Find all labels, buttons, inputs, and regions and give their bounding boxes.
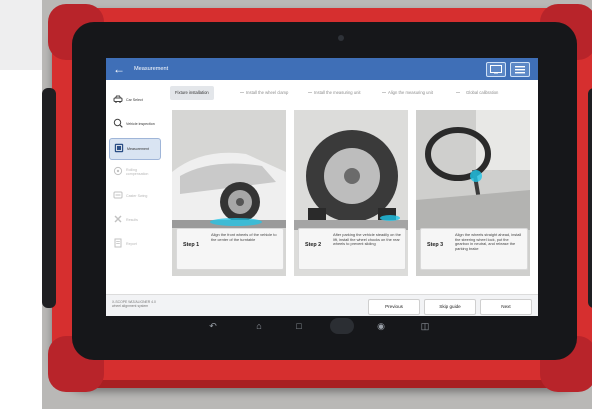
sidebar-item-results[interactable]: Results [109,210,159,230]
step-divider [456,92,460,93]
inspection-icon [113,118,123,128]
step-description: Align the front wheels of the vehicle to… [211,232,277,242]
tab-install-measuring-unit[interactable]: Install the measuring unit [314,86,361,100]
step-caption: Step 3 Align the wheels straight ahead, … [420,228,528,270]
step-divider [382,92,386,93]
step-number: Step 1 [183,242,200,248]
sidebar-item-measurement[interactable]: Measurement [109,138,161,160]
tab-align-measuring-unit[interactable]: Align the measuring unit [388,86,433,100]
menu-icon[interactable] [510,62,530,77]
recent-apps-icon[interactable]: □ [292,319,306,333]
instruction-card-step2: Step 2 After parking the vehicle steadil… [294,110,408,276]
sidebar-item-caster-swing[interactable]: Caster Swing [109,186,159,206]
home-icon[interactable]: ⌂ [252,319,266,333]
action-bar: X-SCOPE WIZ/ALIGNER 4.0 wheel alignment … [106,294,538,316]
sidebar-item-label: Caster Swing [126,193,148,198]
side-grip [588,88,592,308]
previous-button[interactable]: Previous [368,299,420,315]
app-title-bar: ← Measurement [106,58,538,80]
report-icon [114,238,122,248]
sidebar-item-car-select[interactable]: Car Select [109,90,159,110]
instruction-card-step1: Step 1 Align the front wheels of the veh… [172,110,286,276]
step-number: Step 2 [305,242,322,248]
system-info-line: wheel alignment system [112,304,149,309]
sidebar-item-label: Measurement [127,146,149,151]
step-divider [308,92,312,93]
step-caption: Step 2 After parking the vehicle steadil… [298,228,406,270]
step-description: Align the wheels straight ahead, install… [455,232,522,251]
step-description: After parking the vehicle steadily on th… [333,232,401,247]
tab-install-wheel-clamp[interactable]: Install the wheel clamp [246,86,288,100]
tab-fixture-installation[interactable]: Fixture installation [170,86,214,100]
workflow-sidebar: Car Select Vehicle inspection Measuremen… [106,80,162,294]
side-grip [42,88,56,308]
sidebar-item-label: Results [126,217,138,222]
step-caption: Step 1 Align the front wheels of the veh… [176,228,284,270]
sidebar-item-report[interactable]: Report [109,234,159,254]
sidebar-item-label: Car Select [126,97,143,102]
next-button[interactable]: Next [480,299,532,315]
step-progress-bar: Fixture installation Install the wheel c… [166,86,538,100]
car-icon [113,95,123,103]
step-divider [240,92,244,93]
sidebar-item-label: Report [126,241,137,246]
sidebar-item-vehicle-inspection[interactable]: Vehicle inspection [109,114,159,134]
sidebar-item-rolling-compensation[interactable]: Rolling compensation [109,162,159,182]
sidebar-item-label: Vehicle inspection [126,121,155,126]
page-background-top [0,0,42,70]
system-info: X-SCOPE WIZ/ALIGNER 4.0 wheel alignment … [112,300,156,308]
tab-global-calibration[interactable]: Global calibration [466,86,498,100]
skip-guide-button[interactable]: Skip guide [424,299,476,315]
step-number: Step 3 [427,242,444,248]
results-icon [114,215,122,223]
sidebar-item-label: Rolling compensation [126,167,149,176]
back-arrow-icon[interactable]: ← [112,61,126,77]
split-screen-icon[interactable]: ◫ [418,319,432,333]
vci-icon[interactable]: ◉ [374,319,388,333]
system-navigation-bar: ↶ ⌂ □ ◉ ◫ [106,316,538,336]
instruction-card-step3: Step 3 Align the wheels straight ahead, … [416,110,530,276]
gallery-icon[interactable] [330,318,354,334]
front-camera [338,35,344,41]
page-title: Measurement [134,66,169,72]
tablet-screen: ← Measurement Car Select Vehicle inspect… [106,58,538,316]
main-content: Fixture installation Install the wheel c… [166,80,538,294]
measurement-icon [114,143,124,153]
caster-icon [113,191,123,199]
back-nav-icon[interactable]: ↶ [206,319,220,333]
rolling-icon [113,166,123,176]
display-icon[interactable] [486,62,506,77]
page-background-bottom [0,70,42,409]
